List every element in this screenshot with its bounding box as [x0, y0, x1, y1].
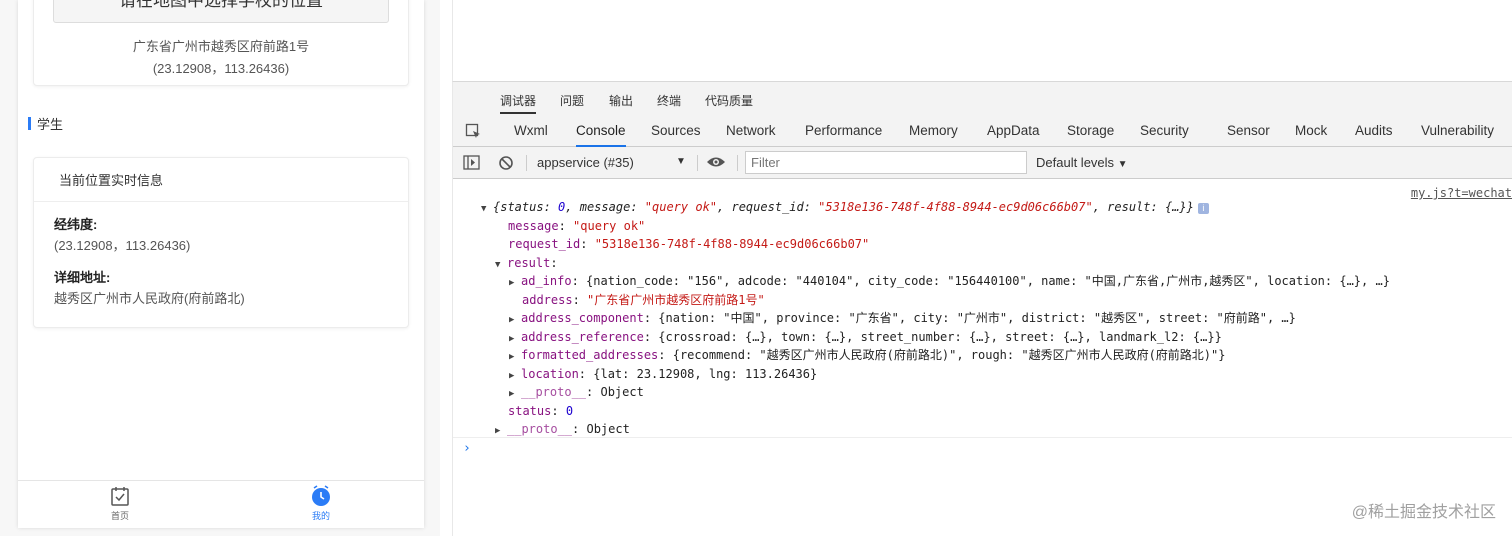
live-expression-eye-icon[interactable] [706, 155, 726, 169]
console-prompt[interactable]: › [463, 441, 471, 456]
expand-arrow-icon[interactable]: ▶ [509, 348, 521, 366]
clock-icon [312, 485, 330, 506]
log-levels-dropdown[interactable]: Default levels ▼ [1036, 155, 1128, 170]
tab-audits[interactable]: Audits [1355, 115, 1393, 147]
tab-mine[interactable]: 我的 [291, 485, 351, 522]
devtools-panel: 调试器 问题 输出 终端 代码质量 Wxml Console Sources N… [452, 81, 1512, 536]
calendar-check-icon [111, 487, 129, 506]
log-source-link[interactable]: my.js?t=wechat [1411, 186, 1512, 200]
latlng-value: (23.12908，113.26436) [54, 238, 191, 253]
section-marker [28, 117, 31, 130]
tab-issues[interactable]: 问题 [560, 92, 584, 109]
collapse-arrow-icon[interactable]: ▼ [481, 200, 493, 218]
tab-home-label: 首页 [110, 511, 129, 521]
context-dropdown-icon[interactable]: ▼ [676, 156, 686, 167]
tab-security[interactable]: Security [1140, 115, 1189, 147]
select-school-location-button[interactable]: 请在地图中选择学校的位置 [53, 0, 389, 23]
tab-terminal[interactable]: 终端 [657, 92, 681, 109]
inspect-element-icon[interactable] [465, 123, 482, 140]
school-coordinates: (23.12908，113.26436) [152, 61, 290, 76]
clear-console-icon[interactable] [498, 155, 514, 171]
console-output: my.js?t=wechat ▼ {status: 0, message: "qu… [453, 179, 1512, 536]
tab-mock[interactable]: Mock [1295, 115, 1327, 147]
student-section-title: 学生 [28, 114, 63, 133]
info-icon: i [1197, 203, 1209, 214]
console-divider [453, 437, 1512, 438]
prop-address-reference[interactable]: ▶ address_reference: {crossroad: {…}, tow… [509, 328, 1222, 348]
sidebar-toggle-icon[interactable] [463, 155, 480, 170]
prop-result[interactable]: ▼ result: [495, 254, 558, 274]
tab-output[interactable]: 输出 [609, 92, 633, 109]
tab-network[interactable]: Network [726, 115, 776, 147]
prop-address-component[interactable]: ▶ address_component: {nation: "中国", provi… [509, 309, 1296, 329]
collapse-arrow-icon[interactable]: ▼ [495, 256, 507, 274]
address-value: 越秀区广州市人民政府(府前路北) [54, 291, 245, 306]
context-select[interactable]: appservice (#35) [537, 155, 687, 170]
watermark: @稀土掘金技术社区 [1351, 504, 1496, 521]
console-toolbar: appservice (#35) ▼ Default levels ▼ [453, 147, 1512, 179]
debugger-tabbar: 调试器 问题 输出 终端 代码质量 [453, 82, 1512, 115]
prop-formatted-addresses[interactable]: ▶ formatted_addresses: {recommend: "越秀区广州… [509, 346, 1225, 366]
prop-request-id: request_id: "5318e136-748f-4f88-8944-ec9… [508, 237, 870, 251]
prop-location[interactable]: ▶ location: {lat: 23.12908, lng: 113.2643… [509, 365, 817, 385]
tab-storage[interactable]: Storage [1067, 115, 1114, 147]
realtime-location-title: 当前位置实时信息 [34, 158, 408, 202]
school-location-card: 请在地图中选择学校的位置 广东省广州市越秀区府前路1号 (23.12908，11… [33, 0, 409, 86]
tab-wxml[interactable]: Wxml [514, 115, 548, 147]
tab-code-quality[interactable]: 代码质量 [705, 92, 753, 109]
prop-result-proto[interactable]: ▶ __proto__: Object [509, 383, 644, 403]
simulator-panel: 请在地图中选择学校的位置 广东省广州市越秀区府前路1号 (23.12908，11… [0, 0, 440, 536]
bottom-tabbar: 首页 我的 [18, 480, 424, 528]
expand-arrow-icon[interactable]: ▶ [509, 385, 521, 403]
expand-arrow-icon[interactable]: ▶ [509, 311, 521, 329]
prop-message: message: "query ok" [508, 219, 646, 233]
prop-status: status: 0 [508, 404, 574, 418]
tab-console[interactable]: Console [576, 115, 626, 147]
tab-memory[interactable]: Memory [909, 115, 958, 147]
panel-tabbar: Wxml Console Sources Network Performance… [453, 115, 1512, 147]
expand-arrow-icon[interactable]: ▶ [509, 274, 521, 292]
log-levels-label: Default levels [1036, 155, 1115, 170]
toolbar-divider [737, 155, 738, 171]
prop-address: address: "广东省广州市越秀区府前路1号" [522, 293, 765, 307]
log-entry-summary[interactable]: ▼ {status: 0, message: "query ok", reques… [481, 198, 1209, 218]
phone-screen: 请在地图中选择学校的位置 广东省广州市越秀区府前路1号 (23.12908，11… [18, 0, 424, 528]
toolbar-divider [526, 155, 527, 171]
tab-sources[interactable]: Sources [651, 115, 701, 147]
latlng-label: 经纬度: [54, 217, 98, 232]
tab-appdata[interactable]: AppData [987, 115, 1040, 147]
tab-home[interactable]: 首页 [90, 485, 150, 522]
toolbar-divider [697, 155, 698, 171]
tab-vulnerability[interactable]: Vulnerability [1421, 115, 1494, 147]
tab-debugger[interactable]: 调试器 [500, 92, 537, 114]
tab-mine-label: 我的 [311, 511, 330, 521]
section-title-text: 学生 [37, 117, 64, 132]
address-label: 详细地址: [54, 270, 111, 285]
prop-ad-info[interactable]: ▶ ad_info: {nation_code: "156", adcode: "… [509, 272, 1390, 292]
realtime-location-card: 当前位置实时信息 经纬度: (23.12908，113.26436) 详细地址:… [33, 157, 409, 328]
school-address: 广东省广州市越秀区府前路1号 [132, 39, 310, 54]
levels-dropdown-icon: ▼ [1117, 159, 1128, 170]
tab-performance[interactable]: Performance [805, 115, 882, 147]
tab-sensor[interactable]: Sensor [1227, 115, 1270, 147]
editor-area [452, 0, 1512, 81]
console-filter-input[interactable] [745, 151, 1027, 174]
